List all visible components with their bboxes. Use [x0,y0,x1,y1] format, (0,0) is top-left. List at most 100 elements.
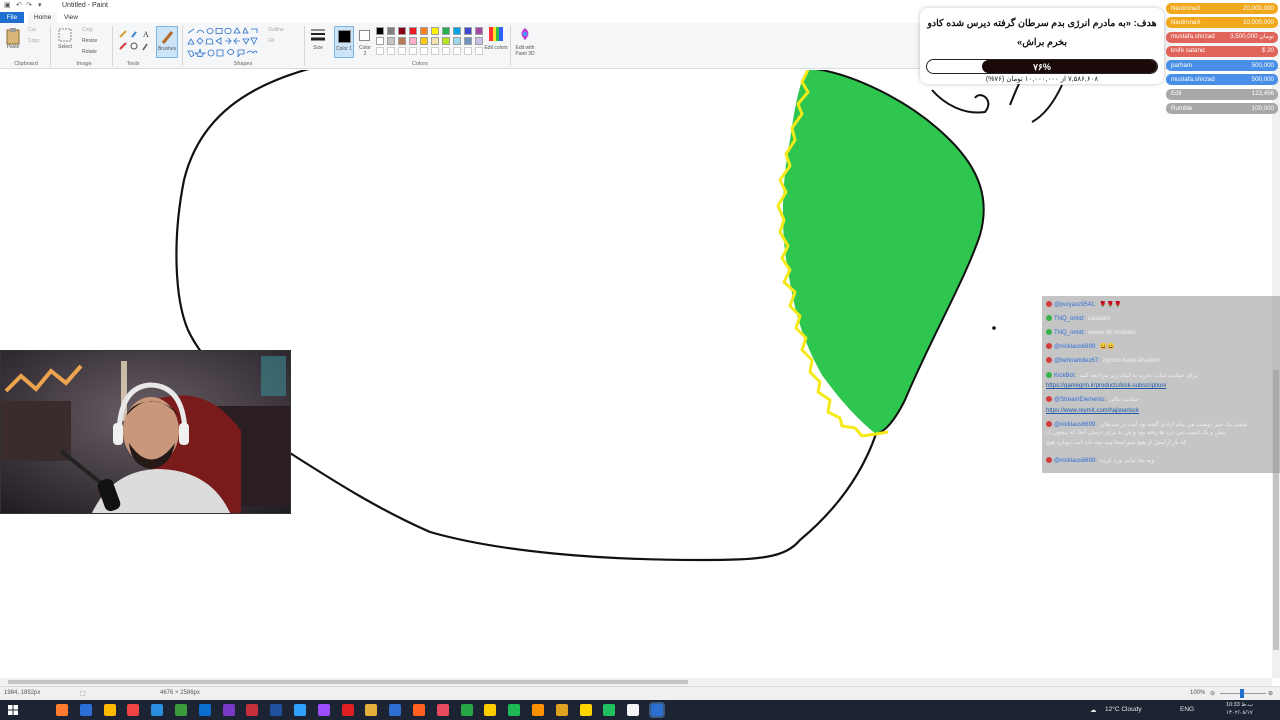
color-swatch[interactable] [475,27,483,35]
tools-icons[interactable]: A [118,29,152,55]
redo-icon[interactable]: ↷ [26,1,32,9]
resize-button[interactable]: Resize [82,38,97,44]
color2-button[interactable]: Color 2 [357,26,373,58]
custom-color-swatch[interactable] [409,47,417,55]
custom-color-swatch[interactable] [442,47,450,55]
color-swatch[interactable] [464,37,472,45]
fill-dropdown[interactable]: Fill [268,38,274,44]
color-swatch[interactable] [475,37,483,45]
color-swatch[interactable] [442,37,450,45]
color-swatch[interactable] [409,37,417,45]
app-icon[interactable] [603,704,616,716]
edit-colors-icon[interactable] [489,27,503,41]
goal-subtitle: ۷,۵۸۶,۶۰۸ از ۱۰,۰۰۰,۰۰۰ تومان (۷۶%) [985,76,1099,83]
tab-home[interactable]: Home [28,12,58,23]
edit-paint3d-button[interactable]: Edit with Paint 3D [510,45,540,57]
color-swatch[interactable] [431,27,439,35]
custom-color-swatch[interactable] [387,47,395,55]
chat-link[interactable]: https://www.reymit.com/hajiwarlock [1046,408,1139,414]
shapes-gallery[interactable] [186,27,262,57]
custom-color-swatch[interactable] [398,47,406,55]
rotate-button[interactable]: Rotate [82,49,97,55]
discord-icon[interactable] [222,704,235,716]
cut-button[interactable]: Cut [28,27,36,33]
color-swatch[interactable] [387,27,395,35]
app-icon[interactable] [294,704,306,716]
app-icon[interactable] [627,704,640,716]
color-swatch[interactable] [398,27,406,35]
copy-button[interactable]: Copy [28,38,40,44]
color-swatch[interactable] [398,37,406,45]
edge-icon[interactable] [151,704,164,716]
app-icon[interactable] [317,704,330,716]
weather-text[interactable]: 12°C Cloudy [1105,706,1142,713]
color-swatch[interactable] [431,37,439,45]
select-button[interactable]: Select [56,44,74,50]
app-icon[interactable] [127,704,140,716]
crop-button[interactable]: Crop [82,27,93,33]
language-indicator[interactable]: ENG [1180,706,1194,713]
scrollbar-thumb[interactable] [8,680,688,684]
custom-color-swatch[interactable] [464,47,472,55]
custom-color-swatch[interactable] [431,47,439,55]
zoom-out-icon[interactable]: ⊖ [1210,690,1215,697]
brushes-button[interactable]: Brushes [156,26,178,58]
clock-date[interactable]: ۱۴۰۲/۰۸/۱۷ [1226,710,1253,716]
color-swatch[interactable] [376,37,384,45]
app-icon[interactable] [198,704,211,716]
app-icon[interactable] [436,704,449,716]
color1-button[interactable]: Color 1 [334,26,354,58]
undo-icon[interactable]: ↶ [16,1,22,9]
custom-color-swatch[interactable] [376,47,384,55]
color-swatch[interactable] [453,37,461,45]
color-swatch[interactable] [453,27,461,35]
color-swatch[interactable] [420,27,428,35]
paint-icon[interactable] [649,702,665,718]
custom-color-swatch[interactable] [420,47,428,55]
outline-dropdown[interactable]: Outline [268,27,284,33]
paint3d-icon[interactable] [519,27,531,41]
clock-time[interactable]: 10:33 ب.ظ [1226,702,1253,708]
color-swatch[interactable] [442,27,450,35]
zoom-in-icon[interactable]: ⊕ [1268,690,1273,697]
color-swatch[interactable] [464,27,472,35]
zoom-slider-thumb[interactable] [1240,689,1244,698]
paste-icon[interactable] [6,27,20,45]
custom-color-swatch[interactable] [475,47,483,55]
app-icon[interactable] [365,704,378,716]
app-icon[interactable] [460,704,473,716]
edit-colors-button[interactable]: Edit colors [484,45,508,51]
file-explorer-icon[interactable] [103,704,116,716]
horizontal-scrollbar[interactable] [0,678,1272,686]
spotify-icon[interactable] [508,704,521,716]
app-icon[interactable] [579,704,592,716]
steam-icon[interactable] [175,704,187,716]
app-icon[interactable] [246,704,259,716]
app-icon[interactable] [389,704,402,716]
color-swatch[interactable] [420,37,428,45]
app-icon[interactable] [484,704,497,716]
size-button[interactable]: Size [308,45,328,51]
donor-row: mustafa.shirzad تومان 3,500,000 [1166,31,1278,43]
color-swatch[interactable] [409,27,417,35]
premiere-icon[interactable] [270,704,283,716]
size-icon[interactable] [310,27,326,43]
app-icon[interactable] [413,704,425,716]
app-icon[interactable] [555,704,568,716]
windows-start-icon[interactable] [8,705,18,715]
app-icon[interactable] [341,704,354,716]
save-icon[interactable]: ▣ [4,1,11,9]
custom-color-swatch[interactable] [453,47,461,55]
webcam-image [1,351,290,513]
chat-link[interactable]: https://gamegrin.ir/products/kick-subscr… [1046,383,1166,389]
tab-view[interactable]: View [58,12,84,23]
tab-file[interactable]: File [0,12,24,23]
paste-button[interactable]: Paste [4,44,22,50]
select-icon[interactable] [58,28,72,42]
color-swatch[interactable] [387,37,395,45]
color-swatch[interactable] [376,27,384,35]
firefox-icon[interactable] [56,704,68,716]
chrome-icon[interactable] [79,704,92,716]
quick-access-dropdown-icon[interactable]: ▾ [38,1,42,9]
app-icon[interactable] [532,704,544,716]
